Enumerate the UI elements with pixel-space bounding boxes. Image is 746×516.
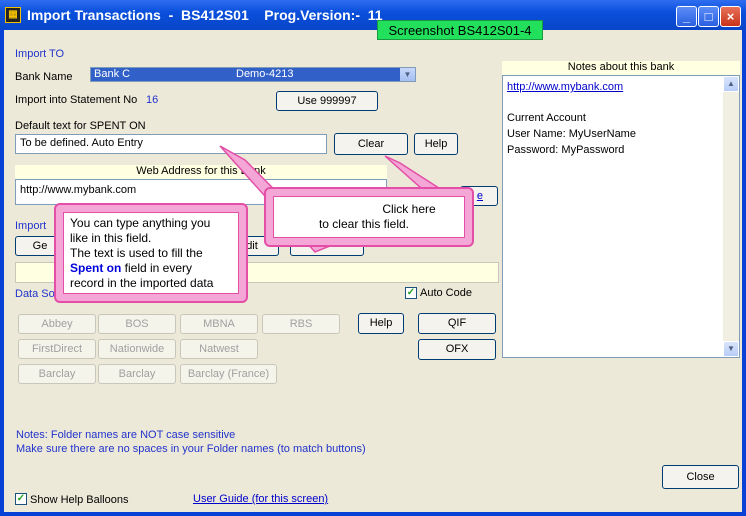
minimize-button[interactable]: _ [676,6,697,27]
app-icon: ▦ [5,7,21,23]
bank-button-firstdirect[interactable]: FirstDirect [18,339,96,359]
bank-button-rbs[interactable]: RBS [262,314,340,334]
balloon-line-rest: field in every [121,261,193,275]
import-label: Import [15,220,47,232]
web-address-header: Web Address for this Bank [15,165,387,179]
screenshot-tag: Screenshot BS412S01-4 [377,20,543,40]
qif-button[interactable]: QIF [418,313,496,334]
ofx-button[interactable]: OFX [418,339,496,360]
scroll-down-icon[interactable]: ▼ [723,341,739,357]
spent-on-highlight: Spent on [70,261,122,275]
maximize-button[interactable]: □ [698,6,719,27]
notes-line: Password: MyPassword [507,144,625,156]
balloon-line: to clear this field. [318,217,410,231]
balloon-line: Spent on field in every [70,261,232,276]
spent-on-input[interactable]: To be defined. Auto Entry [15,134,327,154]
notes-scrollbar[interactable]: ▲ ▼ [723,76,739,357]
show-help-checkbox[interactable]: ✓ [15,493,27,505]
balloon-line: Click here [382,202,436,216]
clear-button[interactable]: Clear [334,133,408,155]
bank-button-bos[interactable]: BOS [98,314,176,334]
spent-on-label: Default text for SPENT ON [15,120,146,132]
notes-header: Notes about this bank [502,61,740,75]
user-guide-link[interactable]: User Guide (for this screen) [193,493,328,505]
statement-no-value: 16 [146,94,159,106]
bank-name-value: Bank C [94,68,131,80]
spent-on-balloon-text: You can type anything you like in this f… [63,212,239,294]
bank-account-value: Demo-4213 [236,68,294,80]
import-transactions-window: ▦ Import Transactions - BS412S01 Prog.Ve… [0,0,746,516]
bank-name-label: Bank Name [15,71,73,83]
title-bar[interactable]: ▦ Import Transactions - BS412S01 Prog.Ve… [0,0,746,30]
bank-name-select[interactable]: Bank C Demo-4213 ▼ [90,67,416,82]
chevron-down-icon[interactable]: ▼ [400,68,415,81]
bank-button-barclay-1[interactable]: Barclay [18,364,96,384]
notes-textarea[interactable]: http://www.mybank.com Current Account Us… [502,75,740,358]
bank-button-mbna[interactable]: MBNA [180,314,258,334]
close-window-button[interactable]: × [720,6,741,27]
use-statement-button[interactable]: Use 999997 [276,91,378,111]
statement-no-label: Import into Statement No [15,94,138,106]
data-source-help-button[interactable]: Help [358,313,404,334]
show-help-label: Show Help Balloons [30,494,129,506]
folder-note-2: Make sure there are no spaces in your Fo… [16,443,366,455]
balloon-line: The text is used to fill the [70,246,203,260]
scroll-up-icon[interactable]: ▲ [723,76,739,92]
auto-code-label: Auto Code [420,287,472,299]
bank-button-barclay-france[interactable]: Barclay (France) [180,364,277,384]
notes-line: Current Account [507,112,586,124]
bank-button-barclay-2[interactable]: Barclay [98,364,176,384]
bank-button-nationwide[interactable]: Nationwide [98,339,176,359]
spent-on-help-button[interactable]: Help [414,133,458,155]
balloon-line: record in the imported data [70,276,214,290]
notes-line: User Name: MyUserName [507,128,636,140]
auto-code-checkbox[interactable]: ✓ [405,287,417,299]
notes-link[interactable]: http://www.mybank.com [507,81,623,93]
window-title: Import Transactions - BS412S01 Prog.Vers… [27,7,383,23]
bank-button-natwest[interactable]: Natwest [180,339,258,359]
spent-on-help-balloon: You can type anything you like in this f… [54,203,248,303]
clear-help-balloon: Click here to clear this field. [264,187,474,247]
bank-button-abbey[interactable]: Abbey [18,314,96,334]
balloon-line: You can type anything you [70,216,211,230]
data-source-label: Data So [15,288,55,300]
import-to-heading: Import TO [15,48,65,60]
close-button[interactable]: Close [662,465,739,489]
clear-balloon-text: Click here to clear this field. [273,196,465,238]
balloon-line: like in this field. [70,231,152,245]
folder-note-1: Notes: Folder names are NOT case sensiti… [16,429,236,441]
